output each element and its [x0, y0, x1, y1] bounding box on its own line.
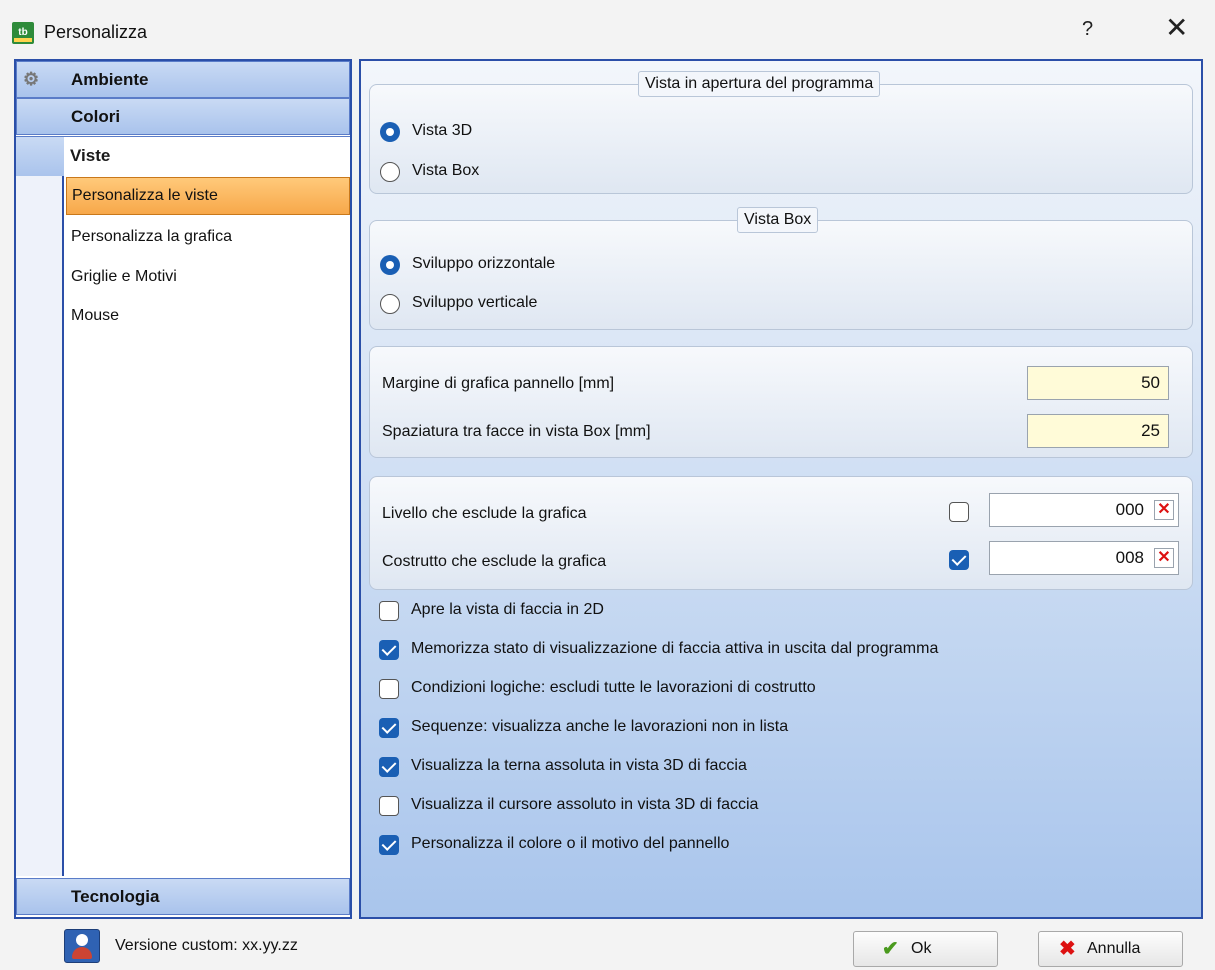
- radio-vista-box[interactable]: [380, 162, 400, 182]
- box-view-group: Vista Box Sviluppo orizzontale Sviluppo …: [369, 207, 1193, 330]
- option-checkbox-logic-conditions[interactable]: [379, 679, 399, 699]
- window-title: Personalizza: [44, 22, 148, 42]
- panel-margin-label: Margine di grafica pannello [mm]: [382, 375, 615, 392]
- ok-button[interactable]: ✔ Ok: [853, 931, 998, 967]
- radio-sviluppo-orizzontale-label: Sviluppo orizzontale: [412, 255, 556, 272]
- option-checkbox-absolute-cursor[interactable]: [379, 796, 399, 816]
- help-button[interactable]: ?: [1082, 18, 1093, 41]
- radio-sviluppo-verticale[interactable]: [380, 294, 400, 314]
- radio-sviluppo-orizzontale[interactable]: [380, 255, 400, 275]
- nav-item-personalizza-grafica[interactable]: Personalizza la grafica: [66, 218, 350, 256]
- navigation-tree: ⚙ Ambiente Colori Viste Personalizza le …: [14, 59, 352, 919]
- radio-sviluppo-verticale-label: Sviluppo verticale: [412, 294, 538, 311]
- nav-section-tecnologia[interactable]: Tecnologia: [16, 878, 350, 915]
- panel-margin-input[interactable]: 50: [1027, 366, 1169, 400]
- option-label-absolute-cursor: Visualizza il cursore assoluto in vista …: [411, 796, 759, 813]
- nav-section-ambiente-label: Ambiente: [71, 70, 149, 89]
- level-exclusion-value: 000: [1115, 500, 1144, 519]
- option-checkbox-sequences[interactable]: [379, 718, 399, 738]
- version-text: Versione custom: xx.yy.zz: [115, 937, 298, 954]
- construct-exclusion-input[interactable]: 008 ✕: [989, 541, 1179, 575]
- option-checkbox-2d-face[interactable]: [379, 601, 399, 621]
- nav-section-tecnologia-label: Tecnologia: [71, 887, 160, 906]
- open-view-group: Vista in apertura del programma Vista 3D…: [369, 71, 1193, 194]
- nav-section-viste[interactable]: Viste: [16, 136, 350, 177]
- nav-section-ambiente[interactable]: ⚙ Ambiente: [16, 61, 350, 98]
- option-label-remember-face: Memorizza stato di visualizzazione di fa…: [411, 640, 939, 657]
- nav-item-mouse[interactable]: Mouse: [66, 297, 350, 335]
- option-label-absolute-triad: Visualizza la terna assoluta in vista 3D…: [411, 757, 747, 774]
- option-label-2d-face: Apre la vista di faccia in 2D: [411, 601, 604, 618]
- open-view-legend: Vista in apertura del programma: [638, 71, 881, 97]
- level-exclusion-label: Livello che esclude la grafica: [382, 505, 587, 522]
- margins-group: Margine di grafica pannello [mm] 50 Spaz…: [369, 346, 1193, 458]
- radio-vista-box-label: Vista Box: [412, 162, 480, 179]
- level-exclusion-checkbox[interactable]: [949, 502, 969, 522]
- ok-button-label: Ok: [911, 940, 932, 957]
- radio-vista-3d-label: Vista 3D: [412, 122, 473, 139]
- option-label-panel-color: Personalizza il colore o il motivo del p…: [411, 835, 730, 852]
- nav-item-griglie-motivi[interactable]: Griglie e Motivi: [66, 258, 350, 296]
- option-checkbox-remember-face[interactable]: [379, 640, 399, 660]
- box-view-legend: Vista Box: [737, 207, 819, 233]
- face-spacing-input[interactable]: 25: [1027, 414, 1169, 448]
- face-spacing-label: Spaziatura tra facce in vista Box [mm]: [382, 423, 651, 440]
- checkmark-icon: ✔: [882, 938, 899, 960]
- tools-icon: ⚙: [23, 69, 40, 89]
- option-label-sequences: Sequenze: visualizza anche le lavorazion…: [411, 718, 789, 735]
- cancel-button[interactable]: ✖ Annulla: [1038, 931, 1183, 967]
- level-exclusion-input[interactable]: 000 ✕: [989, 493, 1179, 527]
- construct-exclusion-checkbox[interactable]: [949, 550, 969, 570]
- app-icon: tb: [12, 22, 34, 44]
- nav-section-viste-label: Viste: [70, 146, 111, 165]
- option-checkbox-panel-color[interactable]: [379, 835, 399, 855]
- exclusions-group: Livello che esclude la grafica 000 ✕ Cos…: [369, 476, 1193, 590]
- construct-clear-icon[interactable]: ✕: [1154, 548, 1174, 568]
- nav-indent-gutter: [16, 176, 64, 876]
- construct-exclusion-label: Costrutto che esclude la grafica: [382, 553, 607, 570]
- cancel-x-icon: ✖: [1059, 938, 1076, 960]
- close-button[interactable]: ✕: [1165, 14, 1188, 42]
- construct-exclusion-value: 008: [1115, 548, 1144, 567]
- nav-section-colori[interactable]: Colori: [16, 98, 350, 135]
- cancel-button-label: Annulla: [1087, 940, 1141, 957]
- radio-vista-3d[interactable]: [380, 122, 400, 142]
- option-checkbox-absolute-triad[interactable]: [379, 757, 399, 777]
- settings-panel: Vista in apertura del programma Vista 3D…: [359, 59, 1203, 919]
- version-user-icon: [64, 929, 100, 963]
- nav-gutter: [16, 137, 64, 177]
- title-bar: tb Personalizza ? ✕: [0, 0, 1215, 54]
- nav-section-colori-label: Colori: [71, 107, 121, 126]
- nav-item-personalizza-viste[interactable]: Personalizza le viste: [66, 177, 350, 215]
- level-clear-icon[interactable]: ✕: [1154, 500, 1174, 520]
- option-label-logic-conditions: Condizioni logiche: escludi tutte le lav…: [411, 679, 816, 696]
